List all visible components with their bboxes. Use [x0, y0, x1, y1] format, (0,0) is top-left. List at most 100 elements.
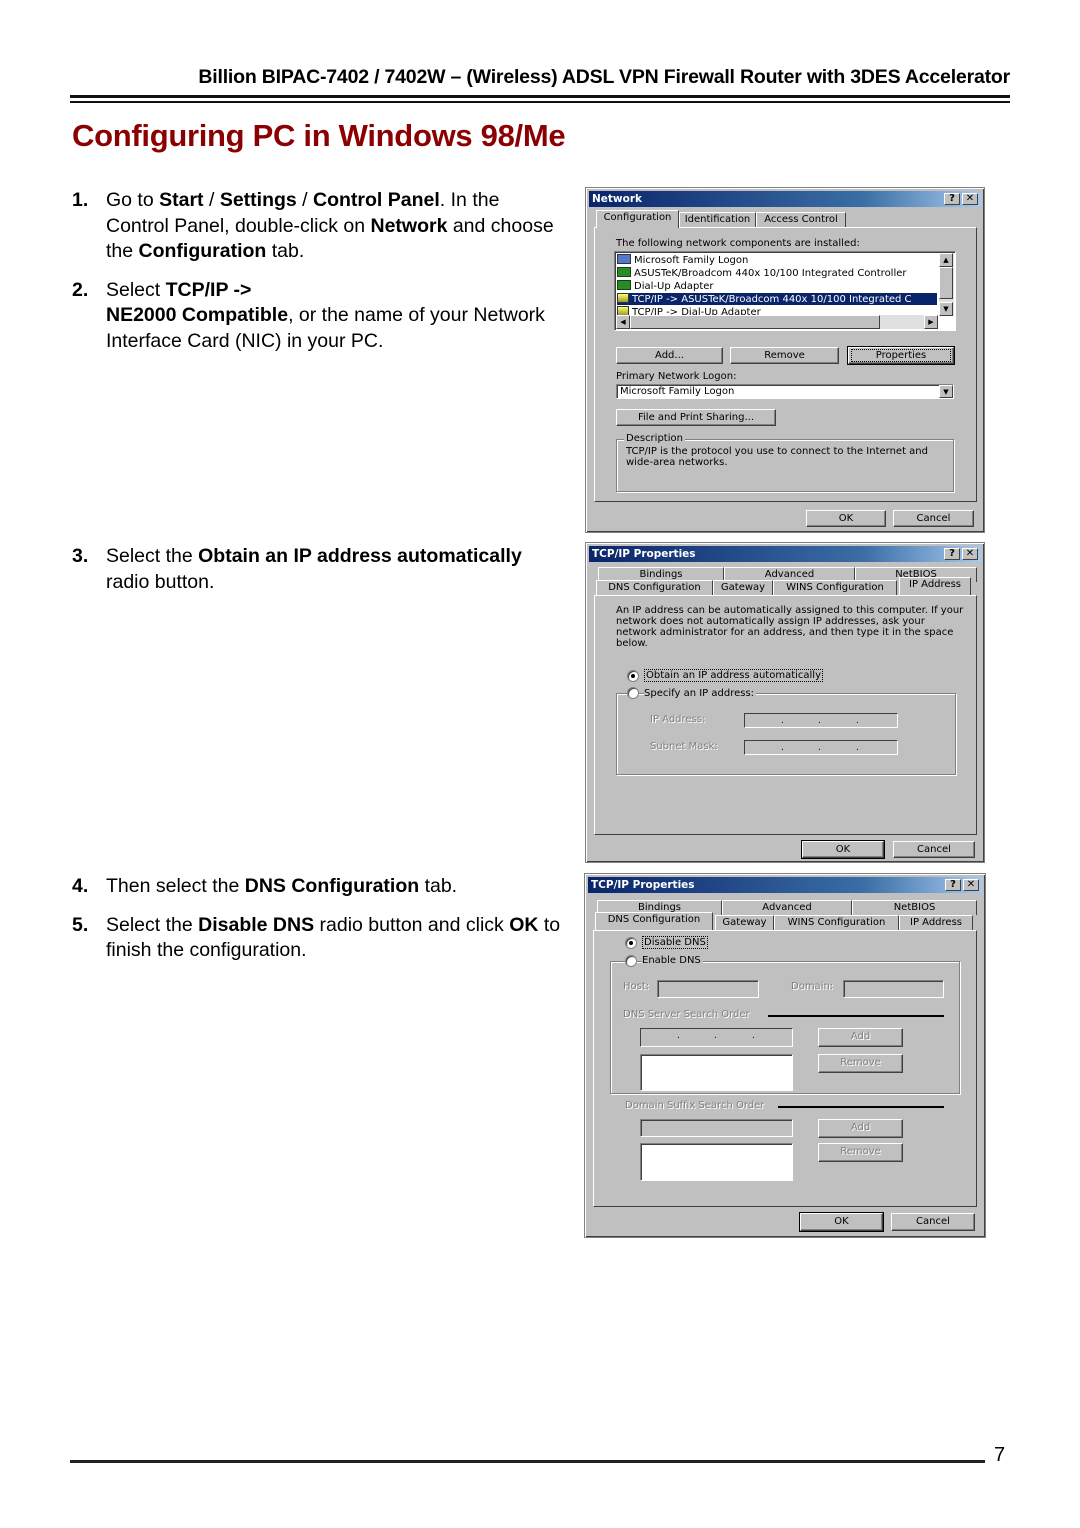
tab-dns-configuration[interactable]: DNS Configuration — [596, 580, 713, 595]
help-icon[interactable]: ? — [944, 548, 960, 560]
ip-address-label: IP Address: — [650, 714, 706, 725]
tab-wins-configuration[interactable]: WINS Configuration — [773, 580, 897, 595]
properties-button[interactable]: Properties — [847, 346, 955, 365]
ip-address-field[interactable]: . . . — [744, 713, 898, 728]
step-emphasis: Disable DNS — [198, 913, 315, 936]
step-text-run: Go to — [106, 189, 160, 211]
domain-suffix-order-label: Domain Suffix Search Order — [625, 1100, 765, 1111]
scroll-down-icon[interactable]: ▼ — [939, 302, 953, 316]
step-emphasis: OK — [509, 913, 539, 936]
scroll-thumb[interactable] — [939, 267, 953, 299]
dns-server-order-label: DNS Server Search Order — [623, 1009, 750, 1020]
enable-dns-radio[interactable] — [625, 955, 637, 967]
step-text: Go to Start / Settings / Control Panel. … — [106, 189, 554, 262]
step-text-run: Select the — [106, 913, 199, 936]
step-text: Select the Disable DNS radio button and … — [106, 914, 560, 962]
vertical-scrollbar[interactable]: ▲ ▼ — [939, 253, 954, 316]
tab-identification[interactable]: Identification — [679, 212, 756, 227]
tab-gateway[interactable]: Gateway — [715, 915, 774, 930]
primary-logon-select[interactable]: Microsoft Family Logon ▼ — [616, 384, 954, 399]
file-print-sharing-button[interactable]: File and Print Sharing... — [616, 409, 776, 426]
add-button[interactable]: Add... — [616, 347, 723, 364]
scroll-up-icon[interactable]: ▲ — [939, 253, 953, 267]
host-field[interactable] — [657, 980, 759, 998]
cancel-button[interactable]: Cancel — [891, 1213, 975, 1231]
suffix-add-button[interactable]: Add — [818, 1119, 903, 1138]
cancel-button[interactable]: Cancel — [893, 841, 975, 858]
dns-remove-button[interactable]: Remove — [818, 1054, 903, 1073]
computer-icon — [617, 254, 631, 264]
list-item[interactable]: ASUSTeK/Broadcom 440x 10/100 Integrated … — [617, 267, 953, 279]
list-item[interactable]: Dial-Up Adapter — [617, 280, 953, 292]
chevron-down-icon[interactable]: ▼ — [939, 385, 953, 398]
components-label: The following network components are ins… — [616, 238, 860, 249]
network-card-icon — [617, 280, 631, 290]
step-emphasis: DNS Configuration — [244, 875, 420, 897]
step-text: Then select the DNS Configuration tab. — [106, 875, 457, 897]
scroll-left-icon[interactable]: ◀ — [616, 315, 630, 329]
divider — [768, 1015, 944, 1017]
cancel-button[interactable]: Cancel — [893, 510, 974, 527]
page-title: Configuring PC in Windows 98/Me — [72, 118, 566, 153]
list-item-selected[interactable]: TCP/IP -> ASUSTeK/Broadcom 440x 10/100 I… — [617, 293, 937, 305]
specify-ip-label[interactable]: Specify an IP address: — [644, 688, 757, 699]
subnet-mask-field[interactable]: . . . — [744, 740, 898, 755]
tab-access-control[interactable]: Access Control — [756, 212, 846, 227]
tab-ip-address[interactable]: IP Address — [899, 577, 971, 595]
dialog-title: TCP/IP Properties — [591, 879, 695, 891]
tab-dns-configuration[interactable]: DNS Configuration — [595, 912, 713, 930]
step-text-run: Select — [106, 278, 166, 301]
specify-ip-radio[interactable] — [627, 687, 639, 699]
dns-add-button[interactable]: Add — [818, 1028, 903, 1047]
enable-dns-label[interactable]: Enable DNS — [642, 955, 703, 966]
domain-field[interactable] — [843, 980, 944, 998]
network-dialog-titlebar: Network ? ✕ — [589, 191, 981, 207]
obtain-ip-label[interactable]: Obtain an IP address automatically — [644, 669, 824, 682]
dns-server-list[interactable] — [640, 1054, 793, 1091]
help-icon[interactable]: ? — [945, 879, 961, 891]
domain-label: Domain: — [791, 981, 834, 992]
step-text-run: radio button. — [106, 570, 215, 593]
tab-gateway[interactable]: Gateway — [713, 580, 773, 595]
close-icon[interactable]: ✕ — [963, 879, 979, 891]
primary-logon-label: Primary Network Logon: — [616, 371, 737, 382]
scroll-thumb-h[interactable] — [630, 315, 880, 329]
step-1: 1. Go to Start / Settings / Control Pane… — [72, 188, 562, 265]
step-emphasis: Settings — [219, 189, 297, 211]
horizontal-scrollbar[interactable]: ◀ ▶ — [616, 315, 938, 329]
tab-netbios[interactable]: NetBIOS — [852, 900, 977, 915]
list-item[interactable]: Microsoft Family Logon — [617, 254, 953, 266]
remove-button[interactable]: Remove — [730, 347, 839, 364]
help-icon[interactable]: ? — [944, 193, 960, 205]
ok-button[interactable]: OK — [799, 1212, 884, 1232]
disable-dns-radio[interactable] — [625, 937, 637, 949]
scroll-right-icon[interactable]: ▶ — [924, 315, 938, 329]
tcpip-dialog-titlebar: TCP/IP Properties ? ✕ — [589, 546, 981, 562]
step-number: 5. — [72, 913, 89, 936]
disable-dns-label[interactable]: Disable DNS — [642, 936, 708, 949]
divider — [778, 1106, 944, 1108]
tab-advanced[interactable]: Advanced — [722, 900, 852, 915]
tab-configuration[interactable]: Configuration — [596, 210, 679, 228]
step-text-run: Select the — [106, 545, 199, 567]
components-list[interactable]: Microsoft Family Logon ASUSTeK/Broadcom … — [614, 251, 956, 331]
tab-ip-address[interactable]: IP Address — [899, 915, 973, 930]
specify-ip-group — [616, 693, 956, 775]
domain-suffix-list[interactable] — [640, 1143, 793, 1181]
suffix-remove-button[interactable]: Remove — [818, 1143, 903, 1162]
ok-button[interactable]: OK — [806, 510, 886, 527]
obtain-ip-radio[interactable] — [627, 670, 639, 682]
step-2: 2. Select TCP/IP -> NE2000 Compatible, or… — [72, 278, 562, 355]
tab-wins-configuration[interactable]: WINS Configuration — [774, 915, 899, 930]
domain-suffix-field[interactable] — [640, 1119, 793, 1137]
ok-button[interactable]: OK — [801, 840, 885, 859]
host-label: Host: — [623, 981, 650, 992]
close-icon[interactable]: ✕ — [962, 193, 978, 205]
network-card-icon — [617, 267, 631, 277]
dns-server-ip-field[interactable]: . . . — [640, 1028, 793, 1047]
close-icon[interactable]: ✕ — [962, 548, 978, 560]
description-text: TCP/IP is the protocol you use to connec… — [626, 446, 928, 468]
step-emphasis: Control Panel — [313, 189, 440, 211]
tcpip-dialog-titlebar: TCP/IP Properties ? ✕ — [588, 877, 982, 893]
tcpip-ip-address-dialog: TCP/IP Properties ? ✕ Bindings Advanced … — [585, 542, 985, 863]
